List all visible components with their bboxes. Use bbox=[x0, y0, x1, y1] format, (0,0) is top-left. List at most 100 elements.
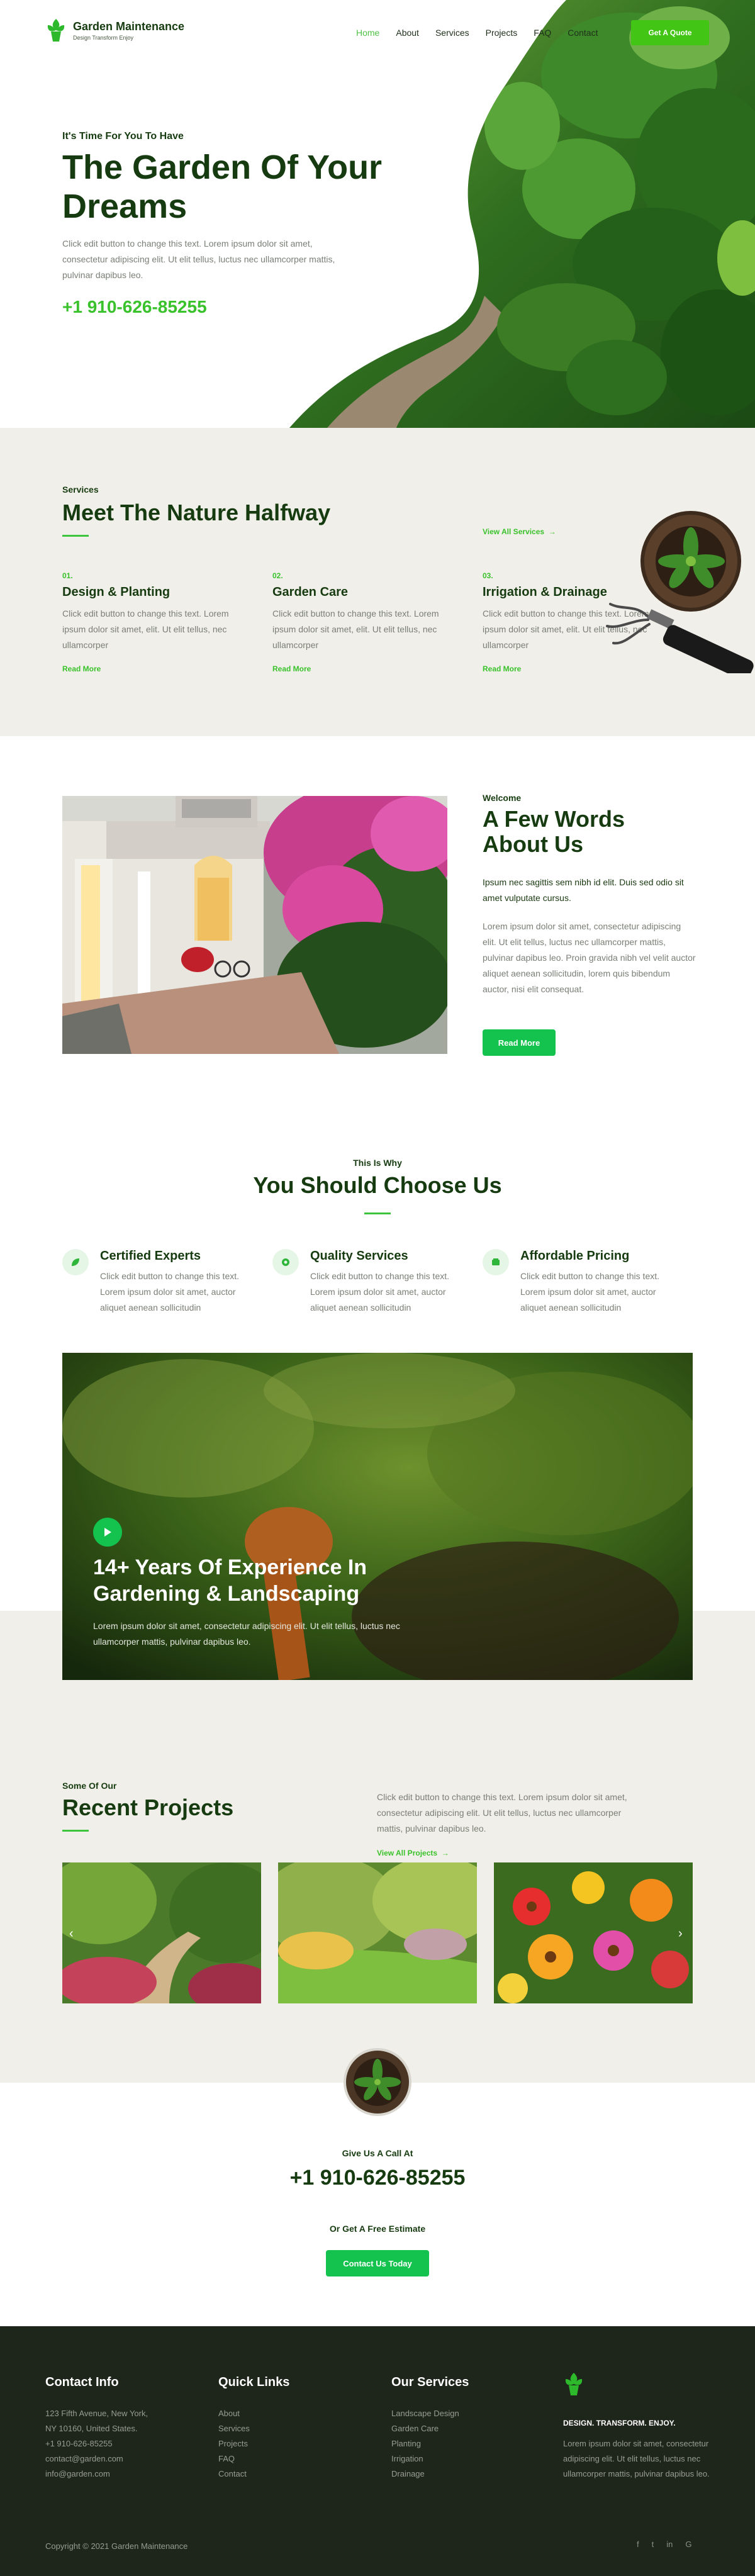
about-section: Welcome A Few Words About Us Ipsum nec s… bbox=[0, 736, 755, 1076]
footer-brand-column: DESIGN. TRANSFORM. ENJOY. Lorem ipsum do… bbox=[563, 2369, 714, 2482]
why-section: This Is Why You Should Choose Us Certifi… bbox=[0, 1076, 755, 1781]
projects-text: Click edit button to change this text. L… bbox=[377, 1792, 627, 1834]
hero-eyebrow: It's Time For You To Have bbox=[62, 131, 184, 142]
view-all-services-label: View All Services bbox=[483, 527, 545, 536]
service-text: Click edit button to change this text. L… bbox=[272, 608, 439, 650]
footer-link[interactable]: Irrigation bbox=[391, 2451, 469, 2467]
linkedin-icon[interactable]: in bbox=[666, 2540, 673, 2549]
why-title: You Should Choose Us bbox=[253, 1172, 502, 1198]
site-header: Garden Maintenance Design Transform Enjo… bbox=[0, 0, 755, 63]
footer-link[interactable]: Landscape Design bbox=[391, 2406, 469, 2421]
why-item-text: Click edit button to change this text. L… bbox=[100, 1271, 240, 1313]
footer-link[interactable]: Garden Care bbox=[391, 2421, 469, 2436]
footer-link[interactable]: FAQ bbox=[218, 2451, 289, 2467]
nav-about[interactable]: About bbox=[396, 28, 419, 38]
call-subtitle: Or Get A Free Estimate bbox=[329, 2224, 426, 2234]
services-section: Services Meet The Nature Halfway View Al… bbox=[0, 428, 755, 736]
about-text: Lorem ipsum dolor sit amet, consectetur … bbox=[483, 921, 696, 994]
footer-quick-links-title: Quick Links bbox=[218, 2375, 290, 2389]
footer-link[interactable]: Services bbox=[218, 2421, 289, 2436]
about-lead: Ipsum nec sagittis sem nibh id elit. Dui… bbox=[483, 877, 684, 903]
about-eyebrow: Welcome bbox=[483, 793, 522, 803]
read-more-link[interactable]: Read More bbox=[272, 664, 455, 673]
why-item-text: Click edit button to change this text. L… bbox=[520, 1271, 660, 1313]
why-item-title: Quality Services bbox=[310, 1249, 408, 1263]
gallery-prev-arrow[interactable]: ‹ bbox=[69, 1927, 74, 1941]
nav-services[interactable]: Services bbox=[435, 28, 469, 38]
hero-section: It's Time For You To Have The Garden Of … bbox=[0, 0, 755, 428]
leaf-icon bbox=[62, 1249, 89, 1275]
facebook-icon[interactable]: f bbox=[637, 2540, 639, 2549]
brand-name: Garden Maintenance bbox=[73, 20, 185, 33]
footer-link[interactable]: Projects bbox=[218, 2436, 289, 2451]
gallery-next-arrow[interactable]: › bbox=[678, 1927, 683, 1941]
projects-section: Some Of Our Recent Projects Click edit b… bbox=[0, 1781, 755, 2083]
project-image-lawn[interactable] bbox=[278, 1862, 477, 2003]
video-title: 14+ Years Of Experience In Gardening & L… bbox=[93, 1555, 367, 1606]
view-all-services-link[interactable]: View All Services → bbox=[483, 527, 556, 536]
services-underline bbox=[62, 535, 89, 537]
nav-home[interactable]: Home bbox=[356, 28, 379, 38]
footer-link[interactable]: Drainage bbox=[391, 2467, 469, 2482]
wallet-icon bbox=[483, 1249, 509, 1275]
call-phone[interactable]: +1 910-626-85255 bbox=[0, 2166, 755, 2190]
view-all-projects-label: View All Projects bbox=[377, 1849, 438, 1857]
footer-phone[interactable]: +1 910-626-85255 bbox=[45, 2436, 148, 2451]
service-title: Design & Planting bbox=[62, 585, 171, 599]
footer-link[interactable]: About bbox=[218, 2406, 289, 2421]
service-number: 01. bbox=[62, 571, 73, 580]
google-icon[interactable]: G bbox=[685, 2540, 691, 2549]
nav-faq[interactable]: FAQ bbox=[534, 28, 551, 38]
service-card-care[interactable]: 02. Garden Care Click edit button to cha… bbox=[272, 571, 455, 673]
contact-us-button[interactable]: Contact Us Today bbox=[326, 2250, 429, 2276]
about-house-image bbox=[62, 796, 447, 1054]
service-number: 02. bbox=[272, 571, 283, 580]
service-title: Garden Care bbox=[272, 585, 349, 599]
logo-icon bbox=[47, 19, 65, 42]
brand-tagline: Design Transform Enjoy bbox=[73, 34, 134, 41]
social-links: f t in G bbox=[637, 2540, 692, 2549]
arrow-right-icon: → bbox=[439, 1849, 449, 1857]
read-more-link[interactable]: Read More bbox=[62, 664, 245, 673]
hero-phone[interactable]: +1 910-626-85255 bbox=[62, 297, 207, 317]
plant-rake-decoration bbox=[606, 511, 754, 673]
nav-projects[interactable]: Projects bbox=[486, 28, 518, 38]
badge-icon bbox=[272, 1249, 299, 1275]
twitter-icon[interactable]: t bbox=[652, 2540, 654, 2549]
potted-plant-image bbox=[344, 2048, 411, 2116]
video-text: Lorem ipsum dolor sit amet, consectetur … bbox=[93, 1621, 400, 1647]
logo[interactable]: Garden Maintenance Design Transform Enjo… bbox=[45, 18, 184, 43]
footer-services-title: Our Services bbox=[391, 2375, 469, 2389]
project-image-flowers[interactable] bbox=[494, 1862, 693, 2003]
why-item-pricing: Affordable Pricing Click edit button to … bbox=[483, 1249, 678, 1316]
footer-contact-title: Contact Info bbox=[45, 2375, 119, 2389]
footer-quick-links-column: Quick Links About Services Projects FAQ … bbox=[218, 2375, 289, 2482]
footer-link[interactable]: Contact bbox=[218, 2467, 289, 2482]
footer-email[interactable]: info@garden.com bbox=[45, 2467, 148, 2482]
why-underline bbox=[364, 1212, 391, 1214]
hero-text: Click edit button to change this text. L… bbox=[62, 238, 335, 280]
footer-services-column: Our Services Landscape Design Garden Car… bbox=[391, 2375, 469, 2482]
play-button[interactable] bbox=[93, 1518, 122, 1547]
project-image-path[interactable] bbox=[62, 1862, 261, 2003]
main-nav: Home About Services Projects FAQ Contact bbox=[356, 28, 598, 38]
footer-contact-column: Contact Info 123 Fifth Avenue, New York,… bbox=[45, 2375, 148, 2482]
video-banner[interactable]: 14+ Years Of Experience In Gardening & L… bbox=[62, 1353, 693, 1680]
view-all-projects-link[interactable]: View All Projects → bbox=[377, 1849, 449, 1857]
footer-brand-text: Lorem ipsum dolor sit amet, consectetur … bbox=[563, 2439, 710, 2478]
projects-underline bbox=[62, 1830, 89, 1832]
site-footer: Contact Info 123 Fifth Avenue, New York,… bbox=[0, 2326, 755, 2576]
service-card-design[interactable]: 01. Design & Planting Click edit button … bbox=[62, 571, 245, 673]
footer-email[interactable]: contact@garden.com bbox=[45, 2451, 148, 2467]
services-title: Meet The Nature Halfway bbox=[62, 500, 331, 525]
get-quote-button[interactable]: Get A Quote bbox=[631, 20, 709, 45]
why-eyebrow: This Is Why bbox=[353, 1158, 402, 1168]
nav-contact[interactable]: Contact bbox=[568, 28, 598, 38]
why-item-quality: Quality Services Click edit button to ch… bbox=[272, 1249, 467, 1316]
footer-link[interactable]: Planting bbox=[391, 2436, 469, 2451]
projects-eyebrow: Some Of Our bbox=[62, 1781, 117, 1791]
about-title: A Few Words About Us bbox=[483, 806, 625, 857]
footer-address-line: NY 10160, United States. bbox=[45, 2424, 138, 2433]
play-icon bbox=[104, 1528, 111, 1537]
about-read-more-button[interactable]: Read More bbox=[483, 1029, 556, 1056]
